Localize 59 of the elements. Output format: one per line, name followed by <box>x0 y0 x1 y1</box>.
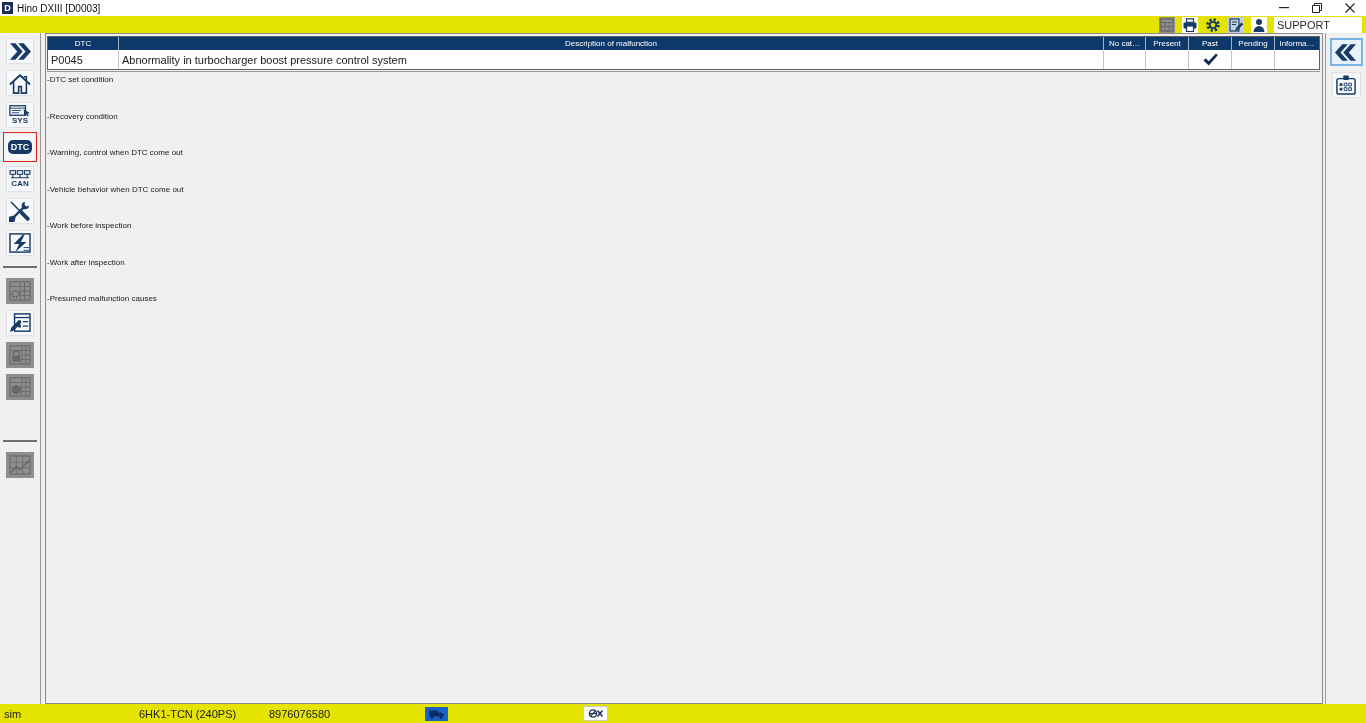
table-cell: Abnormality in turbocharger boost pressure control system <box>119 50 1104 69</box>
section-heading: -Recovery condition <box>47 111 118 122</box>
wrench-screwdriver-icon <box>9 200 31 222</box>
id-card-icon <box>1336 75 1356 95</box>
status-text: 8976076580 <box>269 707 331 720</box>
column-header: Informa… <box>1275 37 1319 50</box>
section-heading: -Presumed malfunction causes <box>47 294 157 304</box>
gear-grid-icon <box>9 281 31 301</box>
settings-button[interactable] <box>1205 16 1221 33</box>
window-grid-icon <box>1160 17 1174 32</box>
check-icon <box>1202 53 1218 66</box>
graph-icon <box>9 455 31 475</box>
column-header: No cat… <box>1104 37 1146 50</box>
restore-icon[interactable] <box>1311 3 1322 13</box>
print-button[interactable] <box>1182 16 1198 33</box>
tools-button[interactable] <box>6 198 34 224</box>
section-heading: -Work before inspection <box>47 221 132 231</box>
status-text: sim <box>4 707 22 720</box>
pencil-list-button[interactable] <box>6 310 34 336</box>
collapse-button[interactable] <box>1329 38 1363 66</box>
status-text: 6HK1-TCN (240PS) <box>139 707 237 720</box>
column-header: Present <box>1146 37 1189 50</box>
sys-button[interactable]: SYS <box>6 102 34 128</box>
double-chevron-left-icon <box>1335 42 1357 62</box>
close-icon[interactable] <box>1344 3 1355 13</box>
home-button[interactable] <box>6 70 34 96</box>
column-header: Description of malfunction <box>119 37 1104 50</box>
document-pencil-icon <box>1229 17 1243 32</box>
lightning-document-button[interactable] <box>6 230 34 256</box>
settings-icon <box>1206 17 1220 32</box>
home-icon <box>9 72 31 94</box>
section-heading: -DTC set condition <box>47 75 114 85</box>
pencil-list-icon <box>9 313 31 333</box>
column-header: Pending <box>1232 37 1275 50</box>
window-cursor-icon <box>9 105 31 116</box>
edit-button[interactable] <box>1228 16 1244 33</box>
printer-icon <box>1183 17 1197 32</box>
user-button[interactable] <box>1251 16 1267 33</box>
column-header: DTC <box>48 37 119 50</box>
section-heading: -Work after inspection <box>47 257 125 268</box>
can-button[interactable]: CAN <box>6 166 34 192</box>
user-icon <box>1252 17 1266 32</box>
window-title: Hino DXIII [D0003] <box>17 2 101 14</box>
expand-button[interactable] <box>6 38 34 64</box>
truck-icon <box>425 706 448 721</box>
column-header: Past <box>1189 37 1232 50</box>
app-logo: D <box>2 2 13 14</box>
lock-grid-icon <box>9 345 31 365</box>
table-cell: P0045 <box>48 50 119 69</box>
minimize-icon[interactable] <box>1278 7 1289 9</box>
double-chevron-right-icon <box>9 41 31 61</box>
network-nodes-icon <box>9 170 31 179</box>
user-field[interactable]: SUPPORT <box>1274 16 1362 33</box>
lightning-document-icon <box>9 233 31 253</box>
dtc-button[interactable]: DTC <box>3 132 37 162</box>
id-card-button[interactable] <box>1331 72 1361 98</box>
section-heading: -Warning, control when DTC come out <box>47 148 183 158</box>
section-heading: -Vehicle behavior when DTC come out <box>47 184 184 195</box>
box-grid-icon <box>9 377 31 397</box>
